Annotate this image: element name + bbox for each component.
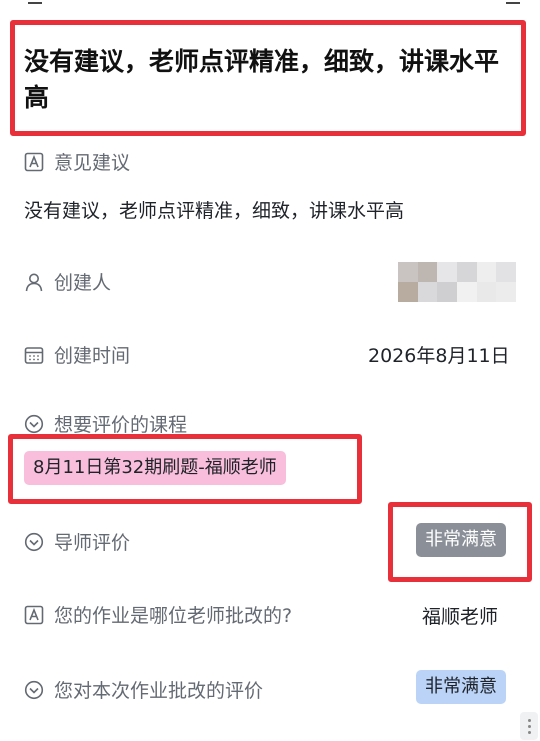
field-label-grader: 您的作业是哪位老师批改的? — [24, 601, 292, 628]
chevron-circle-icon — [24, 532, 44, 552]
top-toolbar-edge — [0, 0, 540, 8]
field-label-text: 创建人 — [54, 272, 112, 294]
grader-value: 福顺老师 — [422, 606, 499, 628]
field-label-text: 您的作业是哪位老师批改的? — [54, 605, 293, 627]
field-label-text: 您对本次作业批改的评价 — [54, 680, 264, 702]
course-highlight-box — [8, 434, 362, 504]
more-icon[interactable] — [506, 0, 520, 4]
field-label-creator: 创建人 — [24, 268, 111, 295]
chevron-circle-icon — [24, 414, 44, 434]
suggestion-value: 没有建议，老师点评精准，细致，讲课水平高 — [24, 200, 405, 222]
more-options-icon[interactable] — [520, 712, 538, 740]
chevron-circle-icon — [24, 680, 44, 700]
calendar-icon — [24, 345, 44, 365]
field-label-text: 意见建议 — [54, 152, 131, 174]
back-icon[interactable] — [28, 0, 42, 4]
grading-rating-tag[interactable]: 非常满意 — [416, 670, 506, 704]
text-field-icon — [24, 605, 44, 625]
field-label-created-time: 创建时间 — [24, 341, 130, 368]
field-label-suggestion: 意见建议 — [24, 148, 130, 175]
created-time-value: 2026年8月11日 — [368, 345, 510, 367]
field-label-text: 想要评价的课程 — [54, 414, 188, 436]
field-label-text: 创建时间 — [54, 345, 131, 367]
creator-avatar-blurred — [398, 262, 516, 302]
text-field-icon — [24, 152, 44, 172]
person-icon — [24, 272, 44, 292]
title-highlight-box — [10, 20, 526, 136]
field-label-mentor-rating: 导师评价 — [24, 528, 130, 555]
field-label-text: 导师评价 — [54, 532, 131, 554]
mentor-rating-highlight-box — [388, 502, 532, 582]
field-label-grading-rating: 您对本次作业批改的评价 — [24, 676, 263, 703]
field-label-course: 想要评价的课程 — [24, 410, 187, 437]
